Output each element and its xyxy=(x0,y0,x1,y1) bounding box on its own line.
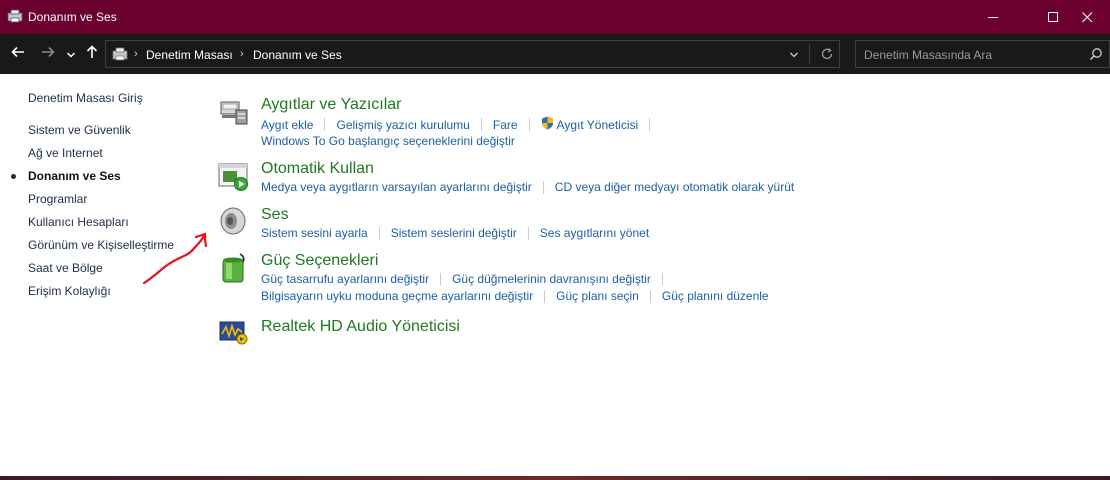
link-power-button-behavior[interactable]: Güç düğmelerinin davranışını değiştir xyxy=(452,272,651,286)
devices-printers-icon[interactable] xyxy=(218,96,250,128)
address-dropdown-chevron-icon[interactable] xyxy=(789,49,799,63)
sidebar-item-programs[interactable]: Programlar xyxy=(28,192,87,206)
link-separator xyxy=(544,289,546,303)
link-add-device[interactable]: Aygıt ekle xyxy=(261,118,313,132)
link-separator xyxy=(378,226,380,240)
address-divider xyxy=(809,44,810,64)
devices-links-row-1: Aygıt ekle Gelişmiş yazıcı kurulumu Fare… xyxy=(261,116,661,133)
section-title-realtek-audio[interactable]: Realtek HD Audio Yöneticisi xyxy=(261,318,460,336)
autoplay-links-row: Medya veya aygıtların varsayılan ayarlar… xyxy=(261,180,794,194)
breadcrumb-hardware-sound[interactable]: Donanım ve Ses xyxy=(253,48,342,62)
power-links-row-2: Bilgisayarın uyku moduna geçme ayarların… xyxy=(261,289,769,303)
sidebar-item-control-panel-home[interactable]: Denetim Masası Giriş xyxy=(28,91,143,105)
section-title-sound[interactable]: Ses xyxy=(261,206,289,224)
address-bar[interactable]: › Denetim Masası › Donanım ve Ses xyxy=(105,40,840,68)
title-bar: Donanım ve Ses xyxy=(0,0,1110,34)
power-links-row-1: Güç tasarrufu ayarlarını değiştir Güç dü… xyxy=(261,272,674,286)
link-choose-power-plan[interactable]: Güç planı seçin xyxy=(556,289,639,303)
link-separator xyxy=(661,272,663,286)
link-separator xyxy=(649,289,651,303)
link-separator xyxy=(324,118,326,131)
link-separator xyxy=(528,118,530,131)
link-windows-to-go[interactable]: Windows To Go başlangıç seçeneklerini de… xyxy=(261,134,515,148)
up-arrow-icon[interactable] xyxy=(84,44,100,65)
link-change-power-saving[interactable]: Güç tasarrufu ayarlarını değiştir xyxy=(261,272,429,286)
control-panel-icon xyxy=(112,47,128,64)
sound-links-row: Sistem sesini ayarla Sistem seslerini de… xyxy=(261,226,649,240)
sidebar-item-system-security[interactable]: Sistem ve Güvenlik xyxy=(28,123,131,137)
link-separator xyxy=(542,180,544,194)
link-separator xyxy=(440,272,442,286)
search-icon[interactable] xyxy=(1089,47,1103,66)
sidebar-item-user-accounts[interactable]: Kullanıcı Hesapları xyxy=(28,215,129,229)
breadcrumb-separator-icon[interactable]: › xyxy=(240,48,244,60)
section-title-power-options[interactable]: Güç Seçenekleri xyxy=(261,252,378,270)
autoplay-icon[interactable] xyxy=(218,160,250,192)
link-adjust-system-volume[interactable]: Sistem sesini ayarla xyxy=(261,226,368,240)
link-change-sleep-settings[interactable]: Bilgisayarın uyku moduna geçme ayarların… xyxy=(261,289,533,303)
red-annotation-arrow xyxy=(142,232,208,285)
close-button[interactable] xyxy=(1064,0,1110,34)
section-title-autoplay[interactable]: Otomatik Kullan xyxy=(261,160,374,178)
breadcrumb-separator-icon[interactable]: › xyxy=(134,48,138,60)
battery-power-icon[interactable] xyxy=(218,252,250,284)
link-change-system-sounds[interactable]: Sistem seslerini değiştir xyxy=(391,226,517,240)
realtek-audio-icon[interactable] xyxy=(218,318,250,350)
speaker-icon[interactable] xyxy=(218,206,250,238)
link-edit-power-plan[interactable]: Güç planını düzenle xyxy=(662,289,769,303)
back-arrow-icon[interactable] xyxy=(10,44,26,65)
refresh-icon[interactable] xyxy=(820,47,834,64)
link-manage-audio-devices[interactable]: Ses aygıtlarını yönet xyxy=(540,226,649,240)
link-advanced-printer-setup[interactable]: Gelişmiş yazıcı kurulumu xyxy=(336,118,469,132)
search-box[interactable] xyxy=(855,40,1110,69)
window-bottom-edge xyxy=(0,476,1110,480)
active-bullet xyxy=(11,174,16,179)
section-title-devices-printers[interactable]: Aygıtlar ve Yazıcılar xyxy=(261,96,402,114)
link-mouse[interactable]: Fare xyxy=(493,118,518,132)
minimize-button[interactable] xyxy=(970,0,1016,34)
recent-locations-chevron-icon[interactable] xyxy=(66,47,76,65)
control-panel-icon xyxy=(7,9,23,26)
breadcrumb-control-panel[interactable]: Denetim Masası xyxy=(146,48,233,62)
forward-arrow-icon[interactable] xyxy=(40,44,56,65)
sidebar-item-ease-of-access[interactable]: Erişim Kolaylığı xyxy=(28,284,111,298)
window-title: Donanım ve Ses xyxy=(28,10,117,24)
link-play-cd-automatically[interactable]: CD veya diğer medyayı otomatik olarak yü… xyxy=(555,180,794,194)
link-separator xyxy=(480,118,482,131)
sidebar-item-clock-region[interactable]: Saat ve Bölge xyxy=(28,261,103,275)
link-separator xyxy=(527,226,529,240)
devices-links-row-2: Windows To Go başlangıç seçeneklerini de… xyxy=(261,134,515,148)
search-input[interactable] xyxy=(856,41,1081,69)
sidebar-item-hardware-sound[interactable]: Donanım ve Ses xyxy=(28,169,121,183)
navigation-bar: › Denetim Masası › Donanım ve Ses xyxy=(0,34,1110,74)
sidebar-item-network-internet[interactable]: Ağ ve Internet xyxy=(28,146,103,160)
link-device-manager[interactable]: Aygıt Yöneticisi xyxy=(557,118,639,132)
link-separator xyxy=(649,118,651,131)
uac-shield-icon xyxy=(541,116,554,133)
link-change-default-settings[interactable]: Medya veya aygıtların varsayılan ayarlar… xyxy=(261,180,532,194)
